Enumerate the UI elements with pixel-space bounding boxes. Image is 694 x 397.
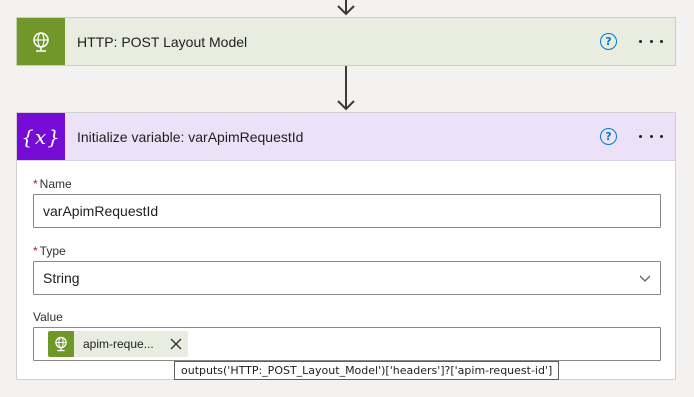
variable-icon: {x} [21,124,61,149]
required-marker: * [33,244,38,258]
token-label: apim-reque... [83,337,154,351]
help-icon[interactable]: ? [600,128,617,145]
http-action-card[interactable]: HTTP: POST Layout Model ? [16,17,676,66]
type-field-label: * Type [33,244,66,258]
initialize-variable-card: {x} Initialize variable: varApimRequestI… [16,112,676,380]
type-select-value: String [43,270,80,286]
arrow-down-icon [337,0,355,16]
variable-icon-box: {x} [17,113,65,160]
name-input[interactable]: varApimRequestId [33,194,661,228]
value-field-label: Value [33,310,63,324]
arrow-down-icon [337,66,355,111]
required-marker: * [33,177,38,191]
more-options-icon[interactable] [639,135,663,138]
http-icon-box [17,18,65,65]
connector-arrow-top [336,0,356,17]
help-icon[interactable]: ? [600,33,617,50]
type-label-text: Type [39,244,66,258]
more-options-icon[interactable] [639,40,663,43]
http-card-title: HTTP: POST Layout Model [77,33,248,50]
flow-canvas: HTTP: POST Layout Model ? {x} Initialize… [0,0,694,397]
chevron-down-icon [640,275,650,282]
globe-icon [33,31,49,52]
close-icon[interactable] [170,338,182,350]
name-label-text: Name [39,177,72,191]
variable-card-title: Initialize variable: varApimRequestId [77,128,304,145]
connector-arrow-middle [336,66,356,112]
variable-card-header[interactable]: {x} Initialize variable: varApimRequestI… [17,113,675,161]
globe-icon [55,336,67,352]
token-tooltip: outputs('HTTP:_POST_Layout_Model')['head… [174,361,560,380]
value-input[interactable]: apim-reque... [33,327,661,361]
token-icon-box [48,331,74,357]
type-select[interactable]: String [33,261,661,295]
name-input-value: varApimRequestId [43,203,159,219]
dynamic-content-token[interactable]: apim-reque... [48,331,188,357]
name-field-label: * Name [33,177,72,191]
value-label-text: Value [33,310,63,324]
